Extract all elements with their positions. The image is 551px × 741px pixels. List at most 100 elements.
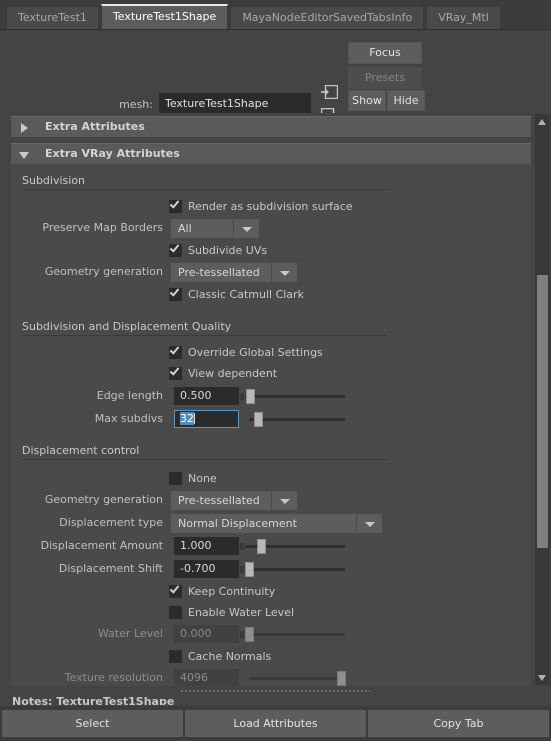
preserve-map-borders-dropdown-arrow[interactable] bbox=[234, 219, 259, 238]
subdiv-geometry-generation-dropdown-arrow[interactable] bbox=[272, 263, 297, 282]
section-displacement-control: Displacement control bbox=[22, 443, 531, 460]
none-label: None bbox=[188, 472, 217, 485]
preserve-map-borders-combo[interactable]: All bbox=[171, 219, 233, 238]
displacement-amount-slider[interactable] bbox=[240, 539, 345, 554]
texture-resolution-input[interactable]: 4096 bbox=[174, 669, 239, 686]
classic-catmull-clark-label: Classic Catmull Clark bbox=[188, 288, 304, 301]
frame-extra-vray-attributes[interactable]: Extra VRay Attributes bbox=[11, 143, 531, 164]
extra-vray-attributes-body: Subdivision Render as subdivision surfac… bbox=[11, 164, 531, 686]
cache-normals-label: Cache Normals bbox=[188, 650, 272, 663]
cache-normals-checkbox[interactable] bbox=[169, 650, 182, 663]
hide-button[interactable]: Hide bbox=[387, 90, 425, 111]
row-texture-resolution: Texture resolution 4096 bbox=[11, 668, 531, 686]
tab-mayanodeeditorsavedtabsinfo[interactable]: MayaNodeEditorSavedTabsInfo bbox=[230, 6, 425, 29]
notes-label: Notes: TextureTest1Shape bbox=[12, 695, 175, 705]
row-displacement-type: Displacement type Normal Displacement bbox=[11, 513, 531, 535]
attribute-scroll-panel: Extra Attributes Extra VRay Attributes S… bbox=[0, 113, 551, 686]
chevron-right-icon bbox=[21, 123, 28, 133]
water-level-label: Water Level bbox=[97, 627, 163, 640]
enable-water-level-checkbox[interactable] bbox=[169, 606, 182, 619]
preserve-map-borders-label: Preserve Map Borders bbox=[42, 221, 163, 234]
section-displacement-title: Displacement control bbox=[22, 444, 140, 457]
subdiv-geometry-generation-label: Geometry generation bbox=[44, 265, 163, 278]
tab-texturetest1[interactable]: TextureTest1 bbox=[6, 6, 99, 29]
override-global-settings-checkbox[interactable] bbox=[169, 344, 182, 359]
water-level-slider[interactable] bbox=[240, 627, 345, 642]
view-dependent-label: View dependent bbox=[188, 367, 278, 380]
triangle-down-icon bbox=[538, 675, 546, 681]
scrollbar-thumb[interactable] bbox=[537, 275, 548, 548]
displacement-type-label: Displacement type bbox=[59, 516, 163, 529]
section-subdivision-title: Subdivision bbox=[22, 174, 86, 187]
displacement-type-combo[interactable]: Normal Displacement bbox=[171, 514, 356, 533]
load-attributes-button[interactable]: Load Attributes bbox=[185, 710, 366, 737]
max-subdivs-input[interactable]: 32 bbox=[174, 410, 239, 428]
subdivide-uvs-checkbox[interactable] bbox=[169, 242, 182, 257]
enable-water-level-label: Enable Water Level bbox=[188, 606, 295, 619]
edge-length-label: Edge length bbox=[96, 389, 163, 402]
row-subdiv-geometry-generation: Geometry generation Pre-tessellated bbox=[11, 262, 531, 284]
texture-resolution-slider[interactable] bbox=[249, 671, 346, 686]
row-displacement-amount: Displacement Amount 1.000 bbox=[11, 536, 531, 558]
bottom-button-bar: Select Load Attributes Copy Tab bbox=[0, 706, 551, 741]
displacement-shift-slider[interactable] bbox=[240, 562, 345, 577]
max-subdivs-slider[interactable] bbox=[249, 412, 345, 427]
frame-extra-attributes[interactable]: Extra Attributes bbox=[11, 116, 531, 137]
row-override-global-settings: Override Global Settings bbox=[11, 343, 531, 363]
attribute-editor-window: TextureTest1 TextureTest1Shape MayaNodeE… bbox=[0, 0, 551, 741]
subdiv-geometry-generation-combo[interactable]: Pre-tessellated bbox=[171, 263, 271, 282]
row-edge-length: Edge length 0.500 bbox=[11, 386, 531, 408]
node-header: mesh: TextureTest1Shape Focus Presets Sh… bbox=[0, 30, 551, 122]
section-divider bbox=[22, 189, 387, 190]
node-type-label: mesh: bbox=[119, 98, 153, 111]
select-button[interactable]: Select bbox=[2, 710, 183, 737]
displacement-amount-label: Displacement Amount bbox=[40, 539, 163, 552]
focus-button[interactable]: Focus bbox=[348, 42, 422, 64]
row-keep-continuity: Keep Continuity bbox=[11, 582, 531, 602]
show-button[interactable]: Show bbox=[348, 90, 386, 111]
none-checkbox[interactable] bbox=[169, 472, 182, 485]
row-max-subdivs: Max subdivs 32 bbox=[11, 409, 531, 431]
max-subdivs-label: Max subdivs bbox=[94, 412, 163, 425]
displacement-type-dropdown-arrow[interactable] bbox=[357, 514, 382, 533]
override-global-settings-label: Override Global Settings bbox=[188, 346, 323, 359]
max-subdivs-value: 32 bbox=[180, 412, 194, 425]
row-preserve-map-borders: Preserve Map Borders All bbox=[11, 218, 531, 240]
keep-continuity-checkbox[interactable] bbox=[169, 583, 182, 598]
render-as-subdiv-label: Render as subdivision surface bbox=[188, 200, 353, 213]
frame-extra-vray-attributes-title: Extra VRay Attributes bbox=[45, 147, 180, 160]
displacement-geometry-generation-dropdown-arrow[interactable] bbox=[272, 491, 297, 510]
edge-length-input[interactable]: 0.500 bbox=[174, 387, 239, 405]
texture-resolution-label: Texture resolution bbox=[64, 671, 163, 684]
tab-texturetest1shape[interactable]: TextureTest1Shape bbox=[100, 4, 229, 29]
row-none: None bbox=[11, 469, 531, 489]
view-dependent-checkbox[interactable] bbox=[169, 365, 182, 380]
frame-extra-attributes-title: Extra Attributes bbox=[45, 120, 145, 133]
displacement-shift-input[interactable]: -0.700 bbox=[174, 560, 239, 578]
tab-vray-mtl[interactable]: VRay_Mtl bbox=[426, 6, 501, 29]
node-name-input[interactable]: TextureTest1Shape bbox=[159, 93, 311, 114]
classic-catmull-clark-checkbox[interactable] bbox=[169, 286, 182, 301]
displacement-shift-label: Displacement Shift bbox=[58, 562, 163, 575]
keep-continuity-label: Keep Continuity bbox=[188, 585, 276, 598]
section-subdivision-displacement-quality: Subdivision and Displacement Quality bbox=[22, 319, 531, 336]
arrow-into-box-icon[interactable] bbox=[321, 85, 338, 99]
displacement-geometry-generation-label: Geometry generation bbox=[44, 493, 163, 506]
vertical-scrollbar[interactable] bbox=[535, 114, 550, 685]
displacement-amount-input[interactable]: 1.000 bbox=[174, 537, 239, 555]
scroll-down-button[interactable] bbox=[535, 670, 550, 685]
edge-length-slider[interactable] bbox=[240, 389, 345, 404]
water-level-input[interactable]: 0.000 bbox=[174, 625, 239, 643]
row-classic-catmull-clark: Classic Catmull Clark bbox=[11, 285, 531, 305]
section-divider bbox=[22, 335, 387, 336]
panel-resize-gripper[interactable] bbox=[180, 689, 370, 693]
copy-tab-button[interactable]: Copy Tab bbox=[368, 710, 549, 737]
tab-bar: TextureTest1 TextureTest1Shape MayaNodeE… bbox=[0, 0, 551, 30]
section-divider bbox=[22, 459, 387, 460]
render-as-subdiv-checkbox[interactable] bbox=[169, 198, 182, 213]
displacement-geometry-generation-combo[interactable]: Pre-tessellated bbox=[171, 491, 271, 510]
triangle-up-icon bbox=[538, 119, 546, 125]
row-cache-normals: Cache Normals bbox=[11, 647, 531, 667]
presets-button[interactable]: Presets bbox=[348, 67, 422, 89]
scroll-up-button[interactable] bbox=[535, 114, 550, 129]
